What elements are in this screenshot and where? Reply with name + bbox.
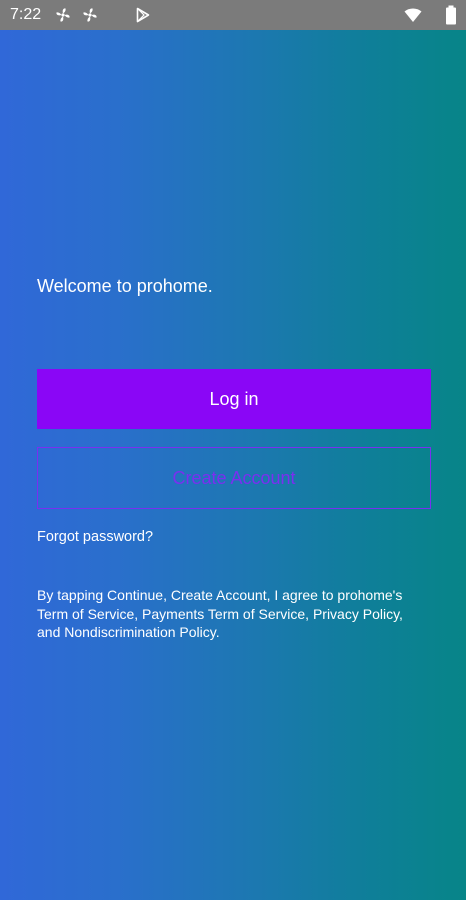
battery-icon <box>445 5 457 25</box>
status-time: 7:22 <box>10 6 42 23</box>
fan-icon <box>82 7 98 23</box>
status-bar: 7:22 <box>0 0 466 30</box>
wifi-icon <box>404 6 422 24</box>
terms-text: By tapping Continue, Create Account, I a… <box>37 587 403 640</box>
welcome-heading: Welcome to prohome. <box>37 276 213 296</box>
forgot-password-link[interactable]: Forgot password? <box>37 529 153 546</box>
create-account-button[interactable]: Create Account <box>37 447 431 509</box>
fan-icon <box>55 7 71 23</box>
login-button[interactable]: Log in <box>37 369 431 429</box>
play-store-icon <box>135 7 151 23</box>
app-screen: 7:22 Welcome to prohome. Log in Create A… <box>0 0 466 900</box>
